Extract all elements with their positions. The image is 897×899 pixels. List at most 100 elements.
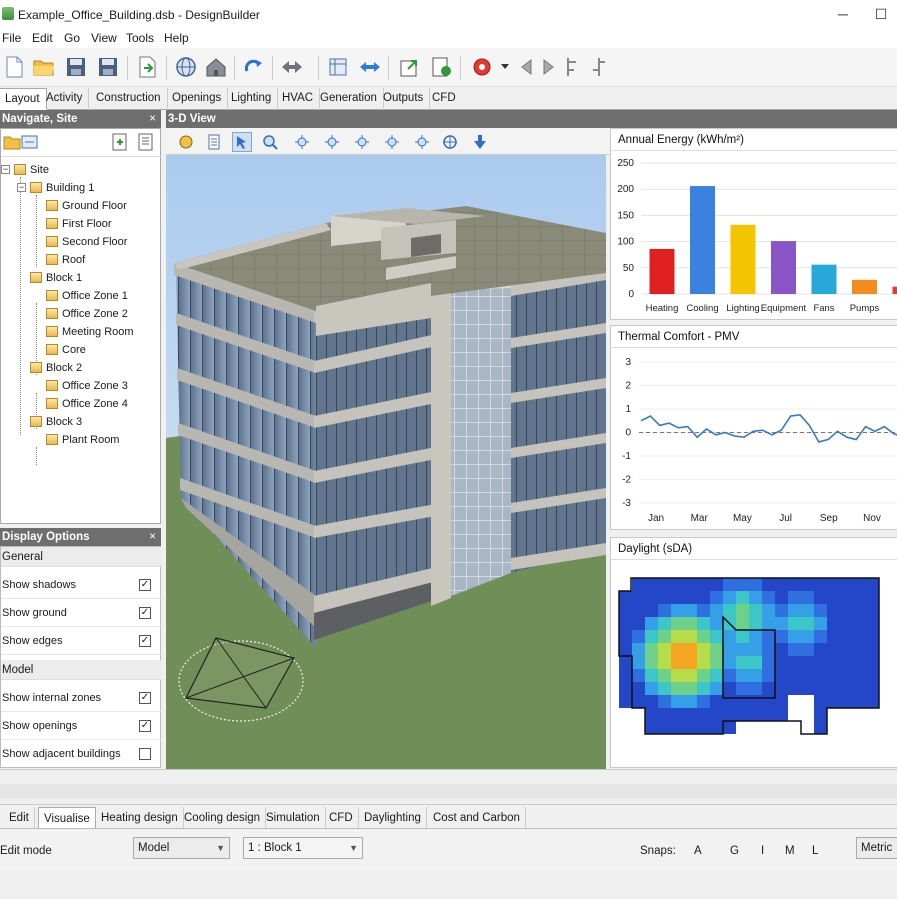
- dropdown-arrow-icon[interactable]: [496, 54, 514, 80]
- save-as-icon[interactable]: [95, 54, 121, 80]
- tree-item[interactable]: Roof: [46, 253, 85, 267]
- globe-icon[interactable]: [173, 54, 199, 80]
- tab-simulation[interactable]: Simulation: [261, 807, 326, 829]
- tab-activity[interactable]: Activity: [40, 88, 90, 110]
- snap-m[interactable]: M: [785, 845, 795, 857]
- minimize-button[interactable]: ─: [829, 4, 857, 24]
- tree-item[interactable]: − Building 1: [17, 181, 94, 195]
- 3d-viewport[interactable]: [166, 128, 606, 769]
- align-right-icon[interactable]: [586, 54, 612, 80]
- crosshair-icon[interactable]: [440, 132, 460, 152]
- option-show-adjacent-buildings[interactable]: Show adjacent buildings: [1, 740, 162, 768]
- open-folder-icon[interactable]: [31, 54, 57, 80]
- tree-item[interactable]: First Floor: [46, 217, 112, 231]
- down-arrow-icon[interactable]: [470, 132, 490, 152]
- tab-cooling-design[interactable]: Cooling design: [179, 807, 267, 829]
- tree-item[interactable]: Plant Room: [46, 433, 119, 447]
- tab-edit[interactable]: Edit: [4, 807, 35, 829]
- tree-item[interactable]: Office Zone 2: [46, 307, 128, 321]
- option-show-ground[interactable]: Show ground ✓: [1, 599, 162, 627]
- snap-g[interactable]: G: [730, 845, 739, 857]
- tab-outputs[interactable]: Outputs: [377, 88, 431, 110]
- collapse-toggle-icon[interactable]: −: [17, 183, 26, 192]
- pan-icon[interactable]: [357, 54, 383, 80]
- menu-file[interactable]: File: [2, 31, 21, 45]
- zoom-window-icon[interactable]: [325, 54, 351, 80]
- scroll-strip[interactable]: [0, 784, 897, 798]
- new-file-icon[interactable]: [1, 54, 27, 80]
- tab-cost-and-carbon[interactable]: Cost and Carbon: [428, 807, 526, 829]
- tab-cfd[interactable]: CFD: [324, 807, 359, 829]
- close-icon[interactable]: ×: [149, 110, 156, 128]
- tab-lighting[interactable]: Lighting: [225, 88, 279, 110]
- select-icon[interactable]: [232, 132, 252, 152]
- tab-generation[interactable]: Generation: [314, 88, 384, 110]
- orbit-icon[interactable]: [382, 132, 402, 152]
- tree-item[interactable]: −Block 2: [30, 361, 82, 375]
- menu-edit[interactable]: Edit: [32, 31, 53, 45]
- export-image-icon[interactable]: [397, 54, 423, 80]
- document-icon[interactable]: [204, 132, 224, 152]
- tree-settings-icon[interactable]: [21, 133, 39, 154]
- tree-item[interactable]: Office Zone 1: [46, 289, 128, 303]
- add-block-icon[interactable]: [111, 133, 129, 154]
- x-tick-label: May: [733, 513, 752, 524]
- home-icon[interactable]: [203, 54, 229, 80]
- close-icon[interactable]: ×: [149, 528, 156, 546]
- checkbox[interactable]: ✓: [139, 635, 151, 647]
- option-show-edges[interactable]: Show edges ✓: [1, 627, 162, 655]
- checkbox[interactable]: ✓: [139, 720, 151, 732]
- menu-view[interactable]: View: [91, 31, 117, 45]
- block-select[interactable]: 1 : Block 1 ▼: [243, 837, 363, 859]
- maximize-button[interactable]: ☐: [867, 4, 895, 24]
- units-button[interactable]: Metric: [856, 837, 897, 859]
- checkbox[interactable]: ✓: [139, 692, 151, 704]
- tree-item[interactable]: Meeting Room: [46, 325, 134, 339]
- collapse-toggle-icon[interactable]: −: [1, 165, 10, 174]
- tab-daylighting[interactable]: Daylighting: [359, 807, 427, 829]
- view-settings-icon[interactable]: [176, 132, 196, 152]
- redo-icon[interactable]: [241, 54, 267, 80]
- snap-a[interactable]: A: [694, 845, 702, 857]
- building-model-render[interactable]: [166, 128, 606, 769]
- tree-item[interactable]: −Block 1: [30, 271, 82, 285]
- checkbox[interactable]: ✓: [139, 607, 151, 619]
- tree-item[interactable]: Second Floor: [46, 235, 127, 249]
- tab-heating-design[interactable]: Heating design: [96, 807, 184, 829]
- import-icon[interactable]: [134, 54, 160, 80]
- tree-item[interactable]: Office Zone 3: [46, 379, 128, 393]
- tree-item[interactable]: Ground Floor: [46, 199, 127, 213]
- checkbox[interactable]: [139, 748, 151, 760]
- checkbox[interactable]: ✓: [139, 579, 151, 591]
- view-select[interactable]: Model ▼: [133, 837, 230, 859]
- simulate-icon[interactable]: [469, 54, 495, 80]
- option-show-shadows[interactable]: Show shadows ✓: [1, 571, 162, 599]
- menu-go[interactable]: Go: [64, 31, 80, 45]
- open-folder-icon[interactable]: [3, 133, 21, 154]
- y-tick-label: 0: [628, 289, 634, 300]
- rotate-icon[interactable]: [352, 132, 372, 152]
- snap-l[interactable]: L: [812, 845, 818, 857]
- tree-item[interactable]: Core: [46, 343, 86, 357]
- zoom-out-icon[interactable]: [322, 132, 342, 152]
- fly-icon[interactable]: [412, 132, 432, 152]
- tab-visualise[interactable]: Visualise: [38, 807, 96, 829]
- tab-construction[interactable]: Construction: [90, 88, 168, 110]
- move-icon[interactable]: [279, 54, 305, 80]
- zoom-icon[interactable]: [260, 132, 280, 152]
- align-left-icon[interactable]: [558, 54, 584, 80]
- tab-openings[interactable]: Openings: [166, 88, 229, 110]
- tree-item[interactable]: −Block 3: [30, 415, 82, 429]
- tree-item[interactable]: − Site: [1, 163, 49, 177]
- tab-cfd[interactable]: CFD: [426, 88, 462, 110]
- zoom-in-icon[interactable]: [292, 132, 312, 152]
- menu-tools[interactable]: Tools: [126, 31, 154, 45]
- report-icon[interactable]: [429, 54, 455, 80]
- snap-i[interactable]: I: [761, 845, 764, 857]
- properties-icon[interactable]: [137, 133, 155, 154]
- tree-item[interactable]: Office Zone 4: [46, 397, 128, 411]
- save-icon[interactable]: [63, 54, 89, 80]
- menu-help[interactable]: Help: [164, 31, 189, 45]
- option-show-openings[interactable]: Show openings ✓: [1, 712, 162, 740]
- option-show-internal-zones[interactable]: Show internal zones ✓: [1, 684, 162, 712]
